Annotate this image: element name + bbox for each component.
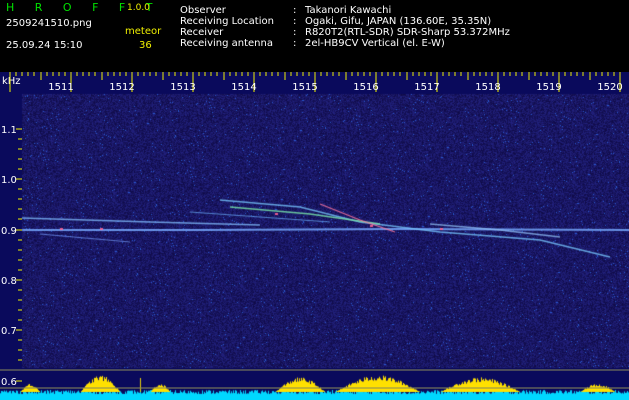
y-tick-label: 0.9 [1,226,17,237]
info-sep: : [293,38,297,49]
info-antenna: Receiving antenna:2el-HB9CV Vertical (el… [180,38,445,49]
x-tick-label: 1516 [353,82,378,93]
x-tick-label: 1520 [597,82,622,93]
info-value: Takanori Kawachi [305,5,392,16]
spectrogram-plot: kHz 1511 1512 1513 1514 1515 1516 1517 1518 1519… [0,72,629,400]
x-tick-label: 1512 [109,82,134,93]
info-receiver: Receiver: R820T2(RTL-SDR) SDR-Sharp 53.37… [180,27,510,38]
x-tick-label: 1517 [414,82,439,93]
header: H R O F F T 1.0.0 2509241510.png 25.09.2… [0,0,629,72]
event-count: 36 [139,40,152,51]
info-sep: : [293,27,297,38]
y-tick-label: 1.1 [1,125,17,136]
info-observer: Observer: Takanori Kawachi [180,5,391,16]
info-key: Receiver [180,27,224,38]
y-axis-ticks [16,128,22,382]
app-version: 1.0.0 [127,3,150,13]
info-location: Receiving Location: Ogaki, Gifu, JAPAN (1… [180,16,491,27]
y-axis-unit: kHz [2,76,21,87]
y-tick-label: 0.7 [1,326,17,337]
info-sep: : [293,16,297,27]
x-tick-label: 1519 [536,82,561,93]
datetime: 25.09.24 15:10 [6,40,83,51]
x-tick-label: 1511 [48,82,73,93]
filename: 2509241510.png [6,18,92,29]
x-tick-label: 1515 [292,82,317,93]
x-tick-label: 1514 [231,82,256,93]
info-value: R820T2(RTL-SDR) SDR-Sharp 53.372MHz [305,27,510,38]
x-tick-label: 1513 [170,82,195,93]
info-key: Observer [180,5,226,16]
info-value: 2el-HB9CV Vertical (el. E-W) [305,38,445,49]
info-key: Receiving antenna [180,38,273,49]
y-tick-label: 1.0 [1,175,17,186]
x-axis-labels: 1511 1512 1513 1514 1515 1516 1517 1518 1519 1520 [48,82,622,93]
y-tick-label: 0.8 [1,276,17,287]
y-tick-label: 0.6 [1,377,17,388]
y-axis-labels: 1.1 1.0 0.9 0.8 0.7 0.6 [1,125,17,388]
info-sep: : [293,5,297,16]
event-label: meteor [125,26,162,37]
axes-overlay: kHz 1511 1512 1513 1514 1515 1516 1517 1518 1519… [0,72,629,389]
info-key: Receiving Location [180,16,274,27]
info-value: Ogaki, Gifu, JAPAN (136.60E, 35.35N) [305,16,492,27]
x-tick-label: 1518 [475,82,500,93]
